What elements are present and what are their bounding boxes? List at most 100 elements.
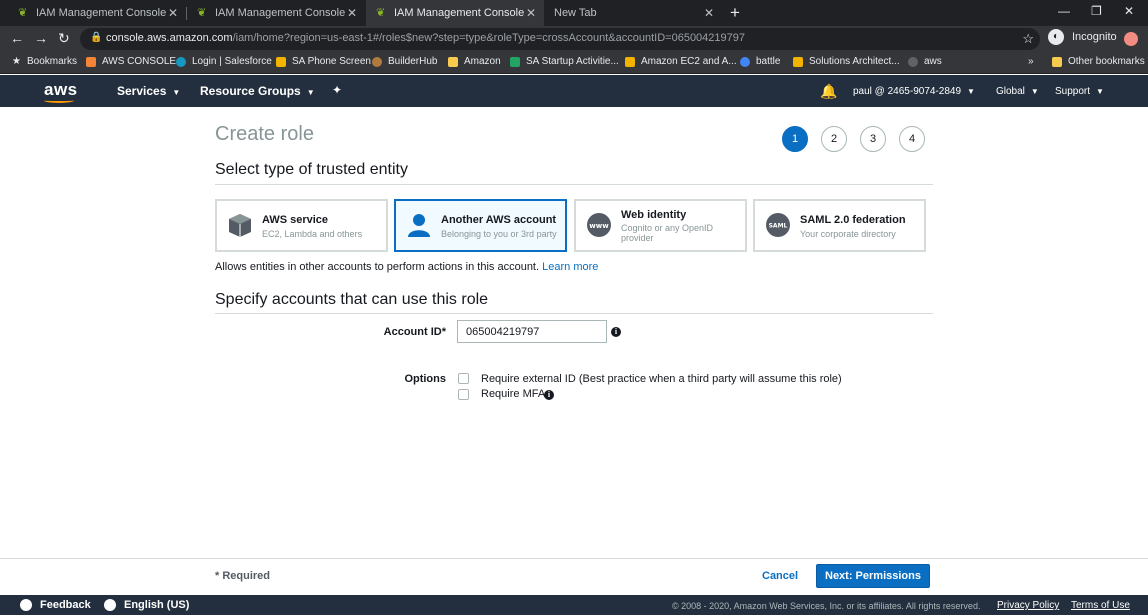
- trusted-entity-card-web-identity[interactable]: www Web identity Cognito or any OpenID p…: [574, 199, 747, 252]
- support-menu[interactable]: Support ▼: [1055, 86, 1104, 97]
- incognito-label: Incognito: [1072, 31, 1117, 43]
- account-id-input[interactable]: [457, 320, 607, 343]
- bookmark-item[interactable]: aws: [908, 56, 942, 67]
- browser-tab-active[interactable]: ❦ IAM Management Console ✕: [366, 0, 544, 26]
- chevron-down-icon: ▼: [1096, 87, 1104, 96]
- resource-groups-menu[interactable]: Resource Groups ▼: [200, 84, 315, 98]
- browser-menu-icon[interactable]: [1124, 32, 1138, 46]
- package-icon: [276, 56, 286, 67]
- cancel-button[interactable]: Cancel: [762, 570, 798, 582]
- bookmark-item[interactable]: AWS CONSOLE: [86, 56, 176, 67]
- user-icon: [408, 214, 430, 237]
- require-external-id-checkbox[interactable]: [458, 373, 469, 384]
- bookmark-item[interactable]: SA Phone Screen: [276, 56, 371, 67]
- terms-of-use-link[interactable]: Terms of Use: [1071, 600, 1130, 611]
- wizard-step-3[interactable]: 3: [860, 126, 886, 152]
- chevron-down-icon: ▼: [1030, 87, 1039, 96]
- aws-logo-text: aws: [44, 80, 78, 99]
- learn-more-link[interactable]: Learn more: [542, 261, 598, 273]
- incognito-indicator[interactable]: ◐ Incognito: [1048, 29, 1117, 45]
- bookmark-item[interactable]: Login | Salesforce: [176, 56, 272, 67]
- svg-text:SAML: SAML: [769, 223, 788, 230]
- card-subtitle: EC2, Lambda and others: [262, 229, 363, 239]
- hint-text: Allows entities in other accounts to per…: [215, 261, 540, 273]
- folder-icon: [448, 56, 458, 67]
- browser-toolbar: ← → ↻ 🔒 console.aws.amazon.com/iam/home?…: [0, 26, 1148, 52]
- browser-tab[interactable]: ❦ IAM Management Console ✕: [8, 0, 186, 26]
- bookmark-item[interactable]: ★ Bookmarks: [12, 56, 77, 67]
- reload-icon[interactable]: ↻: [58, 30, 70, 47]
- language-selector[interactable]: English (US): [104, 599, 189, 611]
- tab-title: IAM Management Console: [394, 7, 525, 19]
- trusted-entity-card-saml[interactable]: SAML SAML 2.0 federation Your corporate …: [753, 199, 926, 252]
- restore-icon[interactable]: ❐: [1091, 4, 1102, 18]
- bell-icon[interactable]: 🔔: [820, 83, 837, 100]
- trusted-entity-card-aws-service[interactable]: AWS service EC2, Lambda and others: [215, 199, 388, 252]
- services-label: Services: [117, 84, 167, 98]
- trusted-entity-card-another-account[interactable]: Another AWS account Belonging to you or …: [394, 199, 567, 252]
- bookmark-label: Login | Salesforce: [192, 56, 272, 67]
- bookmark-label: Amazon EC2 and A...: [641, 56, 737, 67]
- feedback-label: Feedback: [40, 599, 91, 611]
- info-icon[interactable]: i: [611, 327, 621, 337]
- require-mfa-checkbox[interactable]: [458, 389, 469, 400]
- builderhub-icon: [372, 56, 382, 67]
- section-title-trusted-entity: Select type of trusted entity: [215, 161, 408, 178]
- browser-tab[interactable]: New Tab ✕: [544, 0, 722, 26]
- wizard-step-2[interactable]: 2: [821, 126, 847, 152]
- salesforce-cloud-icon: [176, 56, 186, 67]
- privacy-policy-link[interactable]: Privacy Policy: [997, 600, 1059, 611]
- bookmark-item[interactable]: BuilderHub: [372, 56, 437, 67]
- aws-logo[interactable]: aws: [44, 80, 78, 103]
- bookmark-label: Other bookmarks: [1068, 56, 1145, 67]
- back-icon[interactable]: ←: [10, 30, 24, 46]
- bookmark-label: SA Phone Screen: [292, 56, 371, 67]
- chevron-down-icon: ▼: [172, 88, 181, 97]
- services-menu[interactable]: Services ▼: [117, 84, 180, 98]
- browser-tab[interactable]: ❦ IAM Management Console ✕: [187, 0, 365, 26]
- more-bookmarks[interactable]: »: [1028, 56, 1034, 67]
- wizard-step-4[interactable]: 4: [899, 126, 925, 152]
- wizard-step-1[interactable]: 1: [782, 126, 808, 152]
- console-footer: Feedback English (US) © 2008 - 2020, Ama…: [0, 595, 1148, 615]
- aws-bookmark-icon: [86, 56, 96, 67]
- account-menu[interactable]: paul @ 2465-9074-2849 ▼: [853, 86, 975, 97]
- window-close-icon[interactable]: ✕: [1124, 4, 1134, 18]
- region-menu[interactable]: Global ▼: [996, 86, 1039, 97]
- bookmark-star-icon[interactable]: ☆: [1022, 31, 1034, 47]
- pin-icon[interactable]: ✦: [332, 83, 342, 97]
- saml-icon: SAML: [766, 213, 790, 237]
- tab-title: IAM Management Console: [36, 7, 167, 19]
- url-path: /iam/home?region=us-east-1#/roles$new?st…: [232, 32, 746, 44]
- close-icon[interactable]: ✕: [168, 6, 178, 20]
- close-icon[interactable]: ✕: [347, 6, 357, 20]
- bookmark-item[interactable]: Amazon: [448, 56, 501, 67]
- bookmark-label: SA Startup Activitie...: [526, 56, 619, 67]
- tab-title: IAM Management Console: [215, 7, 346, 19]
- next-permissions-button[interactable]: Next: Permissions: [816, 564, 930, 588]
- bookmark-item[interactable]: Amazon EC2 and A...: [625, 56, 737, 67]
- require-external-id-label: Require external ID (Best practice when …: [481, 373, 842, 385]
- bookmark-item[interactable]: SA Startup Activitie...: [510, 56, 619, 67]
- info-icon[interactable]: i: [544, 390, 554, 400]
- bookmark-item[interactable]: battle: [740, 56, 780, 67]
- divider: [215, 184, 933, 185]
- tab-title: New Tab: [554, 7, 597, 19]
- new-tab-icon[interactable]: +: [730, 3, 740, 23]
- section-title-accounts: Specify accounts that can use this role: [215, 291, 489, 308]
- aws-favicon-icon: ❦: [18, 7, 28, 19]
- url-text[interactable]: console.aws.amazon.com/iam/home?region=u…: [106, 32, 745, 44]
- bookmark-label: Bookmarks: [26, 56, 77, 67]
- bookmark-item[interactable]: Solutions Architect...: [793, 56, 900, 67]
- address-bar[interactable]: 🔒 console.aws.amazon.com/iam/home?region…: [80, 28, 1040, 50]
- divider: [0, 558, 1148, 559]
- more-bookmarks-chevron: »: [1028, 56, 1034, 67]
- minimize-icon[interactable]: —: [1058, 4, 1070, 18]
- close-icon[interactable]: ✕: [704, 6, 714, 20]
- forward-icon[interactable]: →: [34, 30, 48, 46]
- bookmark-label: AWS CONSOLE: [102, 56, 177, 67]
- feedback-button[interactable]: Feedback: [20, 599, 91, 611]
- close-icon[interactable]: ✕: [526, 6, 536, 20]
- other-bookmarks[interactable]: Other bookmarks: [1052, 56, 1145, 67]
- card-title: SAML 2.0 federation: [800, 214, 906, 226]
